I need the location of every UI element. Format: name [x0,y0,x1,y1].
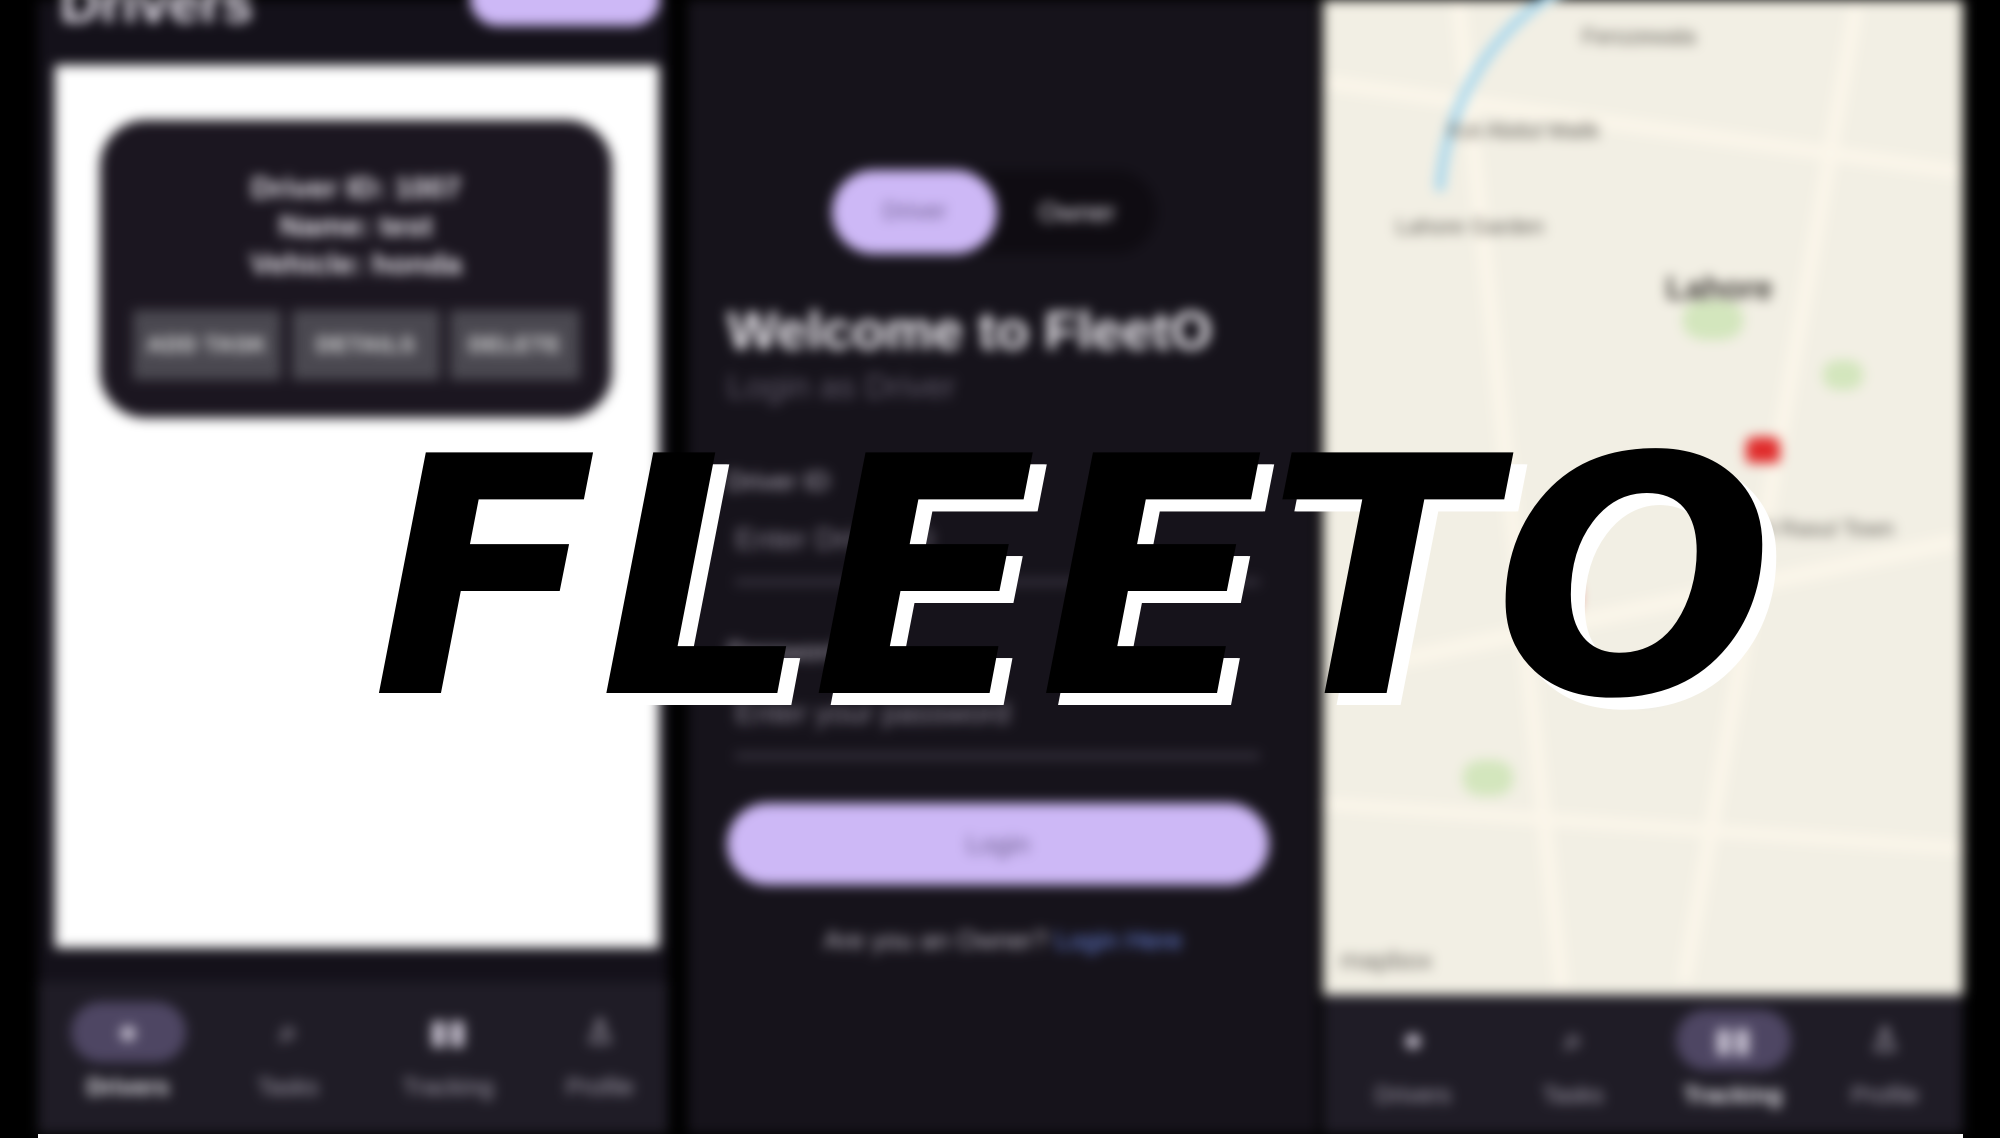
nav-drivers-pill: ● [70,1002,186,1062]
search-icon: ⌕ [278,1012,298,1051]
bottom-nav-left: ● Drivers ⌕ Tasks ▮▮ Tracking ♙ Profile [38,982,668,1134]
nav-tasks-pill: ⌕ [231,1002,346,1062]
role-toggle: Driver Owner [832,170,1157,254]
nav-tasks-pill: ⌕ [1516,1010,1631,1070]
map-icon: ▮▮ [429,1013,467,1051]
person-icon: ● [117,1012,139,1051]
driver-vehicle-text: Vehicle: honda [250,248,462,281]
fleeto-headline: FLEETO [372,387,1777,771]
driver-card: Driver ID: 1007 Name: test Vehicle: hond… [100,120,612,418]
nav-tasks-label: Tasks [1542,1082,1604,1109]
nav-profile-label: Profile [1850,1082,1920,1109]
map-label: Ferozewala [1582,24,1696,49]
login-button[interactable]: Login [727,803,1269,885]
person-icon: ● [1402,1020,1424,1059]
nav-tracking-label: Tracking [1683,1082,1783,1109]
add-task-button[interactable]: ADD TASK [133,310,281,380]
nav-profile-pill: ♙ [1828,1010,1943,1070]
nav-drivers[interactable]: ● Drivers [1343,1010,1483,1110]
details-button[interactable]: DETAILS [292,310,440,380]
nav-drivers-pill: ● [1356,1010,1471,1070]
nav-drivers-label: Drivers [86,1074,170,1101]
bottom-white-strip [38,1134,1963,1138]
owner-login-line: Are you an Owner? Login Here [688,925,1318,956]
welcome-heading: Welcome to FleetO [727,301,1213,361]
nav-tasks[interactable]: ⌕ Tasks [218,1002,358,1102]
map-label: Kot Abdul Malik [1448,118,1600,143]
map-label: Lahore Garden [1396,214,1544,239]
profile-icon: ♙ [1869,1021,1901,1059]
mapbox-attribution: mapbox [1340,945,1433,975]
owner-login-link[interactable]: Login Here [1055,925,1182,955]
nav-tracking-label: Tracking [402,1074,494,1101]
screenshot-stage: Drivers Driver ID: 1007 Name: test Vehic… [0,0,2000,1138]
nav-tracking[interactable]: ▮▮ Tracking [378,1002,518,1102]
nav-drivers-label: Drivers [1375,1082,1451,1109]
nav-drivers[interactable]: ● Drivers [58,1002,198,1102]
bottom-nav-right: ● Drivers ⌕ Tasks ▮▮ Tracking ♙ Profile [1323,995,1963,1134]
nav-profile[interactable]: ♙ Profile [530,1002,670,1102]
map-icon: ▮▮ [1714,1021,1752,1059]
profile-icon: ♙ [584,1013,616,1051]
search-icon: ⌕ [1563,1020,1583,1059]
driver-id-text: Driver ID: 1007 [250,172,462,205]
role-owner-tab[interactable]: Owner [1002,170,1152,254]
park-area [1823,360,1863,390]
map-label-city: Lahore [1666,270,1773,306]
nav-tracking-pill: ▮▮ [391,1002,506,1062]
nav-profile[interactable]: ♙ Profile [1815,1010,1955,1110]
nav-tasks-label: Tasks [257,1074,319,1101]
nav-profile-label: Profile [565,1074,635,1101]
nav-tasks[interactable]: ⌕ Tasks [1503,1010,1643,1110]
map-road [1323,797,1963,855]
driver-name-text: Name: test [279,210,433,243]
role-driver-tab[interactable]: Driver [832,170,997,254]
add-driver-button[interactable] [470,0,660,26]
nav-profile-pill: ♙ [543,1002,658,1062]
nav-tracking[interactable]: ▮▮ Tracking [1663,1010,1803,1110]
owner-prompt-text: Are you an Owner? [823,925,1048,955]
drivers-title: Drivers [60,0,254,34]
nav-tracking-pill: ▮▮ [1675,1010,1791,1070]
delete-button[interactable]: DELETE [450,310,580,380]
